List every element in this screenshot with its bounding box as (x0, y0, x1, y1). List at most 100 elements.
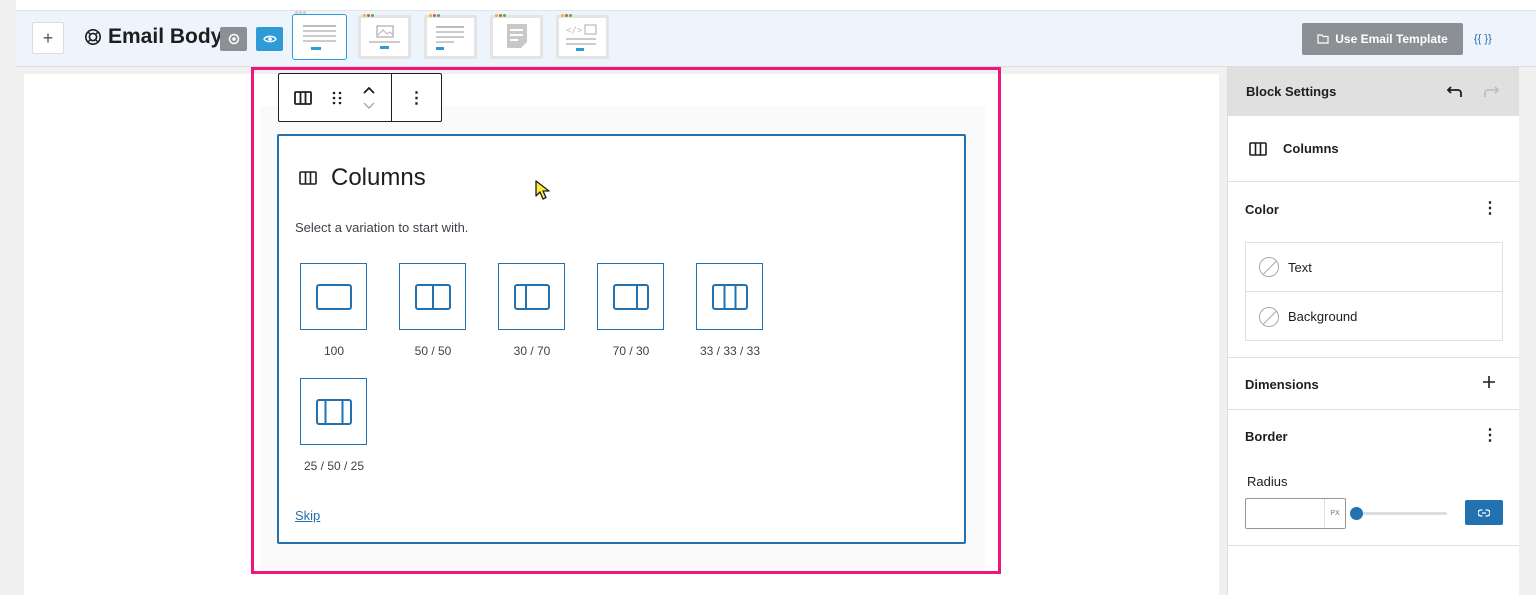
placeholder-instructions: Select a variation to start with. (295, 220, 469, 235)
color-options-button[interactable]: ⋮ (1482, 198, 1498, 218)
plus-icon: + (42, 27, 54, 48)
layout-25-50-25-icon (315, 398, 352, 425)
code-layout-icon: </> (566, 24, 597, 51)
window-dots-icon (363, 14, 374, 17)
placeholder-header: Columns (299, 164, 426, 192)
variation-box[interactable] (300, 378, 367, 445)
border-options-button[interactable]: ⋮ (1482, 425, 1498, 445)
layout-thumb-article[interactable] (424, 14, 477, 59)
variation-50-50[interactable]: 50 / 50 (399, 263, 467, 358)
color-controls: Text Background (1245, 242, 1503, 341)
variation-70-30[interactable]: 70 / 30 (597, 263, 665, 358)
variation-label: 100 (323, 344, 345, 358)
placeholder-title: Columns (331, 164, 426, 191)
sidebar-header: Block Settings (1228, 67, 1519, 116)
note-layout-icon (507, 24, 527, 48)
right-gutter (1520, 67, 1536, 595)
radius-slider-handle[interactable] (1350, 507, 1363, 520)
columns-icon (299, 171, 317, 185)
email-header-bar: + Email Body </> Use Email Template {{}… (16, 11, 1536, 67)
undo-icon[interactable] (1445, 85, 1463, 98)
layout-70-30-icon (612, 283, 649, 310)
empty-swatch-icon (1259, 306, 1279, 327)
dimensions-title: Dimensions (1245, 377, 1319, 392)
mouse-cursor-icon (535, 180, 550, 200)
article-layout-icon (436, 26, 464, 50)
block-card: Columns (1228, 116, 1519, 182)
columns-placeholder: Columns Select a variation to start with… (277, 134, 966, 544)
text-color-control[interactable]: Text (1246, 243, 1502, 292)
settings-button[interactable] (220, 27, 247, 51)
title-wrap: Email Body (84, 25, 222, 49)
border-title: Border (1245, 429, 1288, 444)
variation-33-33-33[interactable]: 33 / 33 / 33 (696, 263, 764, 358)
drag-handle-icon[interactable] (332, 91, 342, 105)
radius-input[interactable]: PX (1245, 498, 1346, 529)
variation-100[interactable]: 100 (300, 263, 368, 358)
layout-100-icon (315, 283, 352, 310)
plus-icon[interactable] (1482, 375, 1496, 389)
background-color-label: Background (1288, 309, 1358, 324)
redo-icon[interactable] (1483, 85, 1501, 98)
gear-icon (228, 33, 239, 45)
variation-25-50-25[interactable]: 25 / 50 / 25 (300, 378, 368, 473)
variation-box[interactable] (498, 263, 565, 330)
undo-redo-group (1445, 85, 1501, 98)
window-dots-icon (495, 14, 506, 17)
more-vertical-icon: ⋮ (408, 89, 425, 107)
window-dots-icon (295, 11, 306, 14)
use-email-template-button[interactable]: Use Email Template (1302, 23, 1463, 55)
variation-label: 50 / 50 (414, 344, 452, 358)
layout-thumb-image[interactable] (358, 14, 411, 59)
radius-label: Radius (1247, 474, 1288, 489)
layout-thumb-note[interactable] (490, 14, 543, 59)
window-dots-icon (561, 14, 572, 17)
merge-tags-button[interactable]: {{ }} (1474, 33, 1492, 45)
variation-label: 25 / 50 / 25 (303, 459, 365, 473)
layout-30-70-icon (513, 283, 550, 310)
background-color-control[interactable]: Background (1246, 292, 1502, 341)
variation-box[interactable] (597, 263, 664, 330)
layout-thumb-text[interactable] (292, 11, 347, 60)
variation-box[interactable] (696, 263, 763, 330)
window-dots-icon (429, 14, 440, 17)
block-more-options-button[interactable]: ⋮ (392, 74, 441, 121)
preview-button[interactable] (256, 27, 283, 51)
color-panel: Color ⋮ Text Background (1228, 182, 1519, 358)
variation-30-70[interactable]: 30 / 70 (498, 263, 566, 358)
variation-label: 70 / 30 (612, 344, 650, 358)
border-panel: Border ⋮ Radius PX (1228, 410, 1519, 546)
text-layout-icon (303, 25, 336, 50)
color-panel-title: Color (1245, 202, 1279, 217)
move-up-down-icon[interactable] (362, 85, 376, 111)
block-settings-sidebar: Block Settings Columns Color ⋮ Text Back… (1227, 67, 1519, 595)
link-radius-button[interactable] (1465, 500, 1503, 525)
text-color-label: Text (1288, 259, 1312, 275)
add-block-button[interactable]: + (32, 22, 64, 54)
variation-box[interactable] (300, 263, 367, 330)
block-card-title: Columns (1283, 141, 1339, 156)
radius-slider-track[interactable] (1356, 512, 1447, 515)
layout-33-33-33-icon (711, 283, 748, 310)
empty-swatch-icon (1259, 257, 1279, 277)
radius-value[interactable] (1246, 499, 1324, 528)
radius-unit[interactable]: PX (1324, 499, 1345, 528)
editor-page: + Email Body </> Use Email Template {{}… (0, 0, 1536, 595)
columns-icon (1249, 141, 1267, 156)
svg-text:</>: </> (566, 26, 583, 36)
eye-icon (262, 35, 277, 43)
block-toolbar-left (279, 74, 392, 121)
skip-link[interactable]: Skip (295, 508, 320, 523)
columns-block-icon[interactable] (294, 90, 312, 105)
block-toolbar: ⋮ (278, 73, 442, 122)
folder-icon (1317, 34, 1329, 44)
dimensions-panel[interactable]: Dimensions (1228, 358, 1519, 410)
layout-thumb-html[interactable]: </> (556, 14, 609, 59)
variation-label: 33 / 33 / 33 (699, 344, 761, 358)
top-strip (16, 0, 1536, 11)
variation-box[interactable] (399, 263, 466, 330)
lifebuoy-icon (84, 28, 102, 46)
image-layout-icon (369, 25, 400, 49)
layout-50-50-icon (414, 283, 451, 310)
sidebar-title: Block Settings (1246, 84, 1337, 99)
